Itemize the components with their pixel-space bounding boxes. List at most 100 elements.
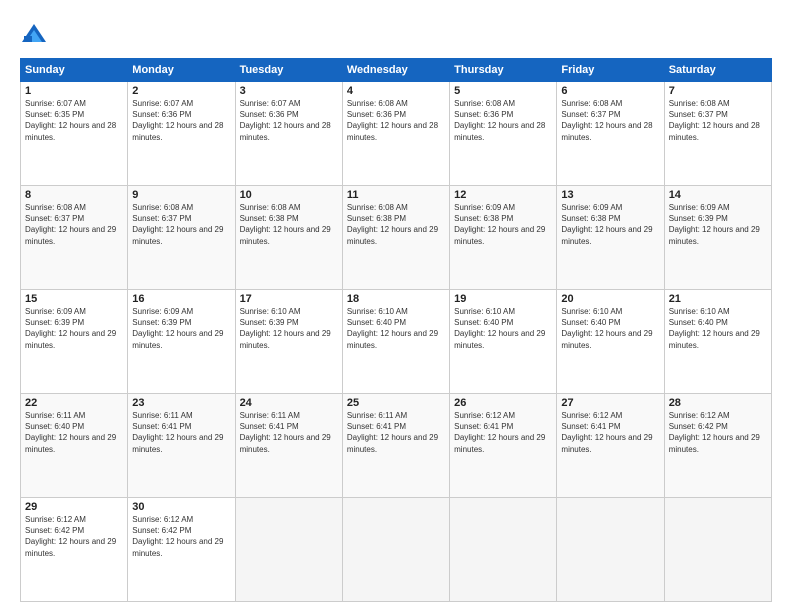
calendar-cell: 13Sunrise: 6:09 AMSunset: 6:38 PMDayligh… <box>557 186 664 290</box>
calendar-cell: 19Sunrise: 6:10 AMSunset: 6:40 PMDayligh… <box>450 290 557 394</box>
week-row-1: 1Sunrise: 6:07 AMSunset: 6:35 PMDaylight… <box>21 82 772 186</box>
col-saturday: Saturday <box>664 59 771 82</box>
day-info: Sunrise: 6:08 AMSunset: 6:36 PMDaylight:… <box>347 98 445 143</box>
day-info: Sunrise: 6:08 AMSunset: 6:36 PMDaylight:… <box>454 98 552 143</box>
calendar-cell: 15Sunrise: 6:09 AMSunset: 6:39 PMDayligh… <box>21 290 128 394</box>
day-number: 22 <box>25 397 123 409</box>
calendar-cell: 2Sunrise: 6:07 AMSunset: 6:36 PMDaylight… <box>128 82 235 186</box>
calendar-cell: 6Sunrise: 6:08 AMSunset: 6:37 PMDaylight… <box>557 82 664 186</box>
day-info: Sunrise: 6:11 AMSunset: 6:41 PMDaylight:… <box>347 410 445 455</box>
calendar-cell <box>450 498 557 602</box>
calendar-cell: 11Sunrise: 6:08 AMSunset: 6:38 PMDayligh… <box>342 186 449 290</box>
calendar-cell: 23Sunrise: 6:11 AMSunset: 6:41 PMDayligh… <box>128 394 235 498</box>
day-number: 16 <box>132 293 230 305</box>
day-number: 17 <box>240 293 338 305</box>
day-info: Sunrise: 6:09 AMSunset: 6:39 PMDaylight:… <box>132 306 230 351</box>
day-number: 28 <box>669 397 767 409</box>
header-row: Sunday Monday Tuesday Wednesday Thursday… <box>21 59 772 82</box>
day-info: Sunrise: 6:09 AMSunset: 6:38 PMDaylight:… <box>561 202 659 247</box>
calendar-cell: 9Sunrise: 6:08 AMSunset: 6:37 PMDaylight… <box>128 186 235 290</box>
calendar-cell: 5Sunrise: 6:08 AMSunset: 6:36 PMDaylight… <box>450 82 557 186</box>
day-info: Sunrise: 6:10 AMSunset: 6:40 PMDaylight:… <box>561 306 659 351</box>
day-info: Sunrise: 6:11 AMSunset: 6:40 PMDaylight:… <box>25 410 123 455</box>
day-info: Sunrise: 6:07 AMSunset: 6:36 PMDaylight:… <box>240 98 338 143</box>
header <box>20 20 772 48</box>
day-info: Sunrise: 6:10 AMSunset: 6:40 PMDaylight:… <box>347 306 445 351</box>
day-info: Sunrise: 6:10 AMSunset: 6:40 PMDaylight:… <box>454 306 552 351</box>
calendar-cell: 27Sunrise: 6:12 AMSunset: 6:41 PMDayligh… <box>557 394 664 498</box>
day-info: Sunrise: 6:07 AMSunset: 6:36 PMDaylight:… <box>132 98 230 143</box>
day-number: 6 <box>561 85 659 97</box>
calendar-cell: 1Sunrise: 6:07 AMSunset: 6:35 PMDaylight… <box>21 82 128 186</box>
day-info: Sunrise: 6:11 AMSunset: 6:41 PMDaylight:… <box>240 410 338 455</box>
calendar-cell: 16Sunrise: 6:09 AMSunset: 6:39 PMDayligh… <box>128 290 235 394</box>
logo <box>20 20 52 48</box>
calendar-cell: 18Sunrise: 6:10 AMSunset: 6:40 PMDayligh… <box>342 290 449 394</box>
col-monday: Monday <box>128 59 235 82</box>
calendar-cell: 28Sunrise: 6:12 AMSunset: 6:42 PMDayligh… <box>664 394 771 498</box>
week-row-4: 22Sunrise: 6:11 AMSunset: 6:40 PMDayligh… <box>21 394 772 498</box>
calendar-cell <box>342 498 449 602</box>
calendar-cell: 25Sunrise: 6:11 AMSunset: 6:41 PMDayligh… <box>342 394 449 498</box>
week-row-2: 8Sunrise: 6:08 AMSunset: 6:37 PMDaylight… <box>21 186 772 290</box>
col-sunday: Sunday <box>21 59 128 82</box>
day-number: 27 <box>561 397 659 409</box>
week-row-3: 15Sunrise: 6:09 AMSunset: 6:39 PMDayligh… <box>21 290 772 394</box>
calendar-cell: 12Sunrise: 6:09 AMSunset: 6:38 PMDayligh… <box>450 186 557 290</box>
col-tuesday: Tuesday <box>235 59 342 82</box>
calendar-cell: 4Sunrise: 6:08 AMSunset: 6:36 PMDaylight… <box>342 82 449 186</box>
day-info: Sunrise: 6:07 AMSunset: 6:35 PMDaylight:… <box>25 98 123 143</box>
day-number: 12 <box>454 189 552 201</box>
calendar-cell: 26Sunrise: 6:12 AMSunset: 6:41 PMDayligh… <box>450 394 557 498</box>
day-number: 18 <box>347 293 445 305</box>
page: Sunday Monday Tuesday Wednesday Thursday… <box>0 0 792 612</box>
calendar-cell <box>235 498 342 602</box>
day-info: Sunrise: 6:08 AMSunset: 6:38 PMDaylight:… <box>240 202 338 247</box>
calendar-cell: 20Sunrise: 6:10 AMSunset: 6:40 PMDayligh… <box>557 290 664 394</box>
day-info: Sunrise: 6:12 AMSunset: 6:42 PMDaylight:… <box>669 410 767 455</box>
calendar-cell: 29Sunrise: 6:12 AMSunset: 6:42 PMDayligh… <box>21 498 128 602</box>
day-number: 21 <box>669 293 767 305</box>
day-number: 9 <box>132 189 230 201</box>
day-number: 19 <box>454 293 552 305</box>
day-number: 5 <box>454 85 552 97</box>
day-info: Sunrise: 6:08 AMSunset: 6:38 PMDaylight:… <box>347 202 445 247</box>
calendar-cell: 17Sunrise: 6:10 AMSunset: 6:39 PMDayligh… <box>235 290 342 394</box>
day-info: Sunrise: 6:08 AMSunset: 6:37 PMDaylight:… <box>132 202 230 247</box>
day-number: 10 <box>240 189 338 201</box>
calendar-cell: 10Sunrise: 6:08 AMSunset: 6:38 PMDayligh… <box>235 186 342 290</box>
day-number: 29 <box>25 501 123 513</box>
day-info: Sunrise: 6:10 AMSunset: 6:40 PMDaylight:… <box>669 306 767 351</box>
day-info: Sunrise: 6:08 AMSunset: 6:37 PMDaylight:… <box>561 98 659 143</box>
calendar-table: Sunday Monday Tuesday Wednesday Thursday… <box>20 58 772 602</box>
day-number: 26 <box>454 397 552 409</box>
calendar-cell <box>664 498 771 602</box>
day-number: 23 <box>132 397 230 409</box>
calendar-cell: 7Sunrise: 6:08 AMSunset: 6:37 PMDaylight… <box>664 82 771 186</box>
day-number: 24 <box>240 397 338 409</box>
calendar-cell: 24Sunrise: 6:11 AMSunset: 6:41 PMDayligh… <box>235 394 342 498</box>
day-info: Sunrise: 6:09 AMSunset: 6:38 PMDaylight:… <box>454 202 552 247</box>
day-number: 1 <box>25 85 123 97</box>
calendar-cell <box>557 498 664 602</box>
day-info: Sunrise: 6:08 AMSunset: 6:37 PMDaylight:… <box>25 202 123 247</box>
day-number: 3 <box>240 85 338 97</box>
day-info: Sunrise: 6:12 AMSunset: 6:42 PMDaylight:… <box>25 514 123 559</box>
day-number: 13 <box>561 189 659 201</box>
day-number: 25 <box>347 397 445 409</box>
calendar-cell: 3Sunrise: 6:07 AMSunset: 6:36 PMDaylight… <box>235 82 342 186</box>
calendar-cell: 22Sunrise: 6:11 AMSunset: 6:40 PMDayligh… <box>21 394 128 498</box>
week-row-5: 29Sunrise: 6:12 AMSunset: 6:42 PMDayligh… <box>21 498 772 602</box>
day-info: Sunrise: 6:09 AMSunset: 6:39 PMDaylight:… <box>669 202 767 247</box>
day-number: 30 <box>132 501 230 513</box>
col-wednesday: Wednesday <box>342 59 449 82</box>
day-number: 14 <box>669 189 767 201</box>
day-number: 20 <box>561 293 659 305</box>
calendar-cell: 30Sunrise: 6:12 AMSunset: 6:42 PMDayligh… <box>128 498 235 602</box>
day-number: 4 <box>347 85 445 97</box>
day-info: Sunrise: 6:11 AMSunset: 6:41 PMDaylight:… <box>132 410 230 455</box>
col-friday: Friday <box>557 59 664 82</box>
day-number: 2 <box>132 85 230 97</box>
day-info: Sunrise: 6:09 AMSunset: 6:39 PMDaylight:… <box>25 306 123 351</box>
calendar-cell: 21Sunrise: 6:10 AMSunset: 6:40 PMDayligh… <box>664 290 771 394</box>
